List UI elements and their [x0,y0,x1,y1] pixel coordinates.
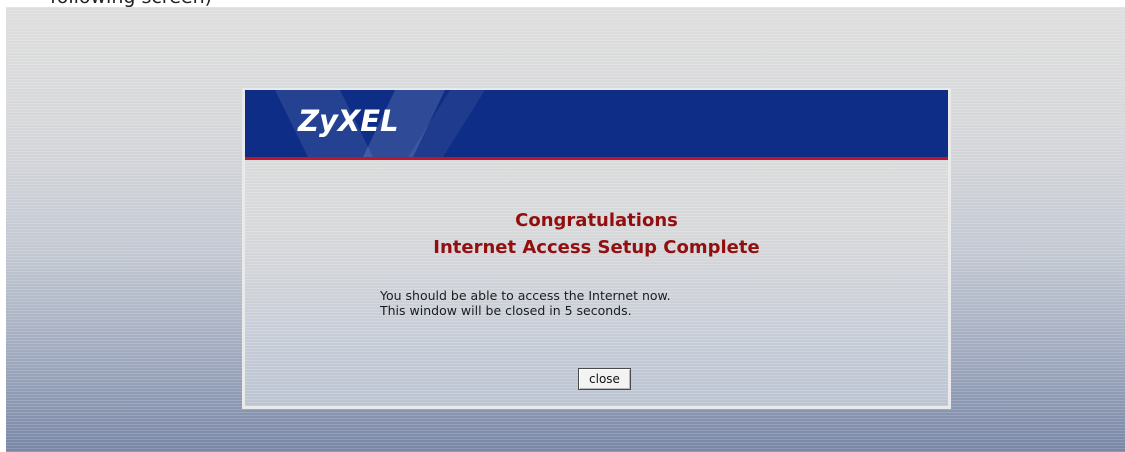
auto-close-message: This window will be closed in 5 seconds. [380,303,632,318]
banner-accent-stripe [245,157,948,160]
close-button[interactable]: close [578,368,631,390]
setup-complete-heading: Internet Access Setup Complete [433,237,760,258]
brand-banner: ZyXEL [245,90,948,157]
setup-complete-window: ZyXEL Congratulations Internet Access Se… [242,88,951,409]
congratulations-heading: Congratulations [515,210,678,231]
zyxel-logo: ZyXEL [298,104,399,138]
internet-access-message: You should be able to access the Interne… [380,288,671,303]
page-background: ZyXEL Congratulations Internet Access Se… [6,7,1125,452]
